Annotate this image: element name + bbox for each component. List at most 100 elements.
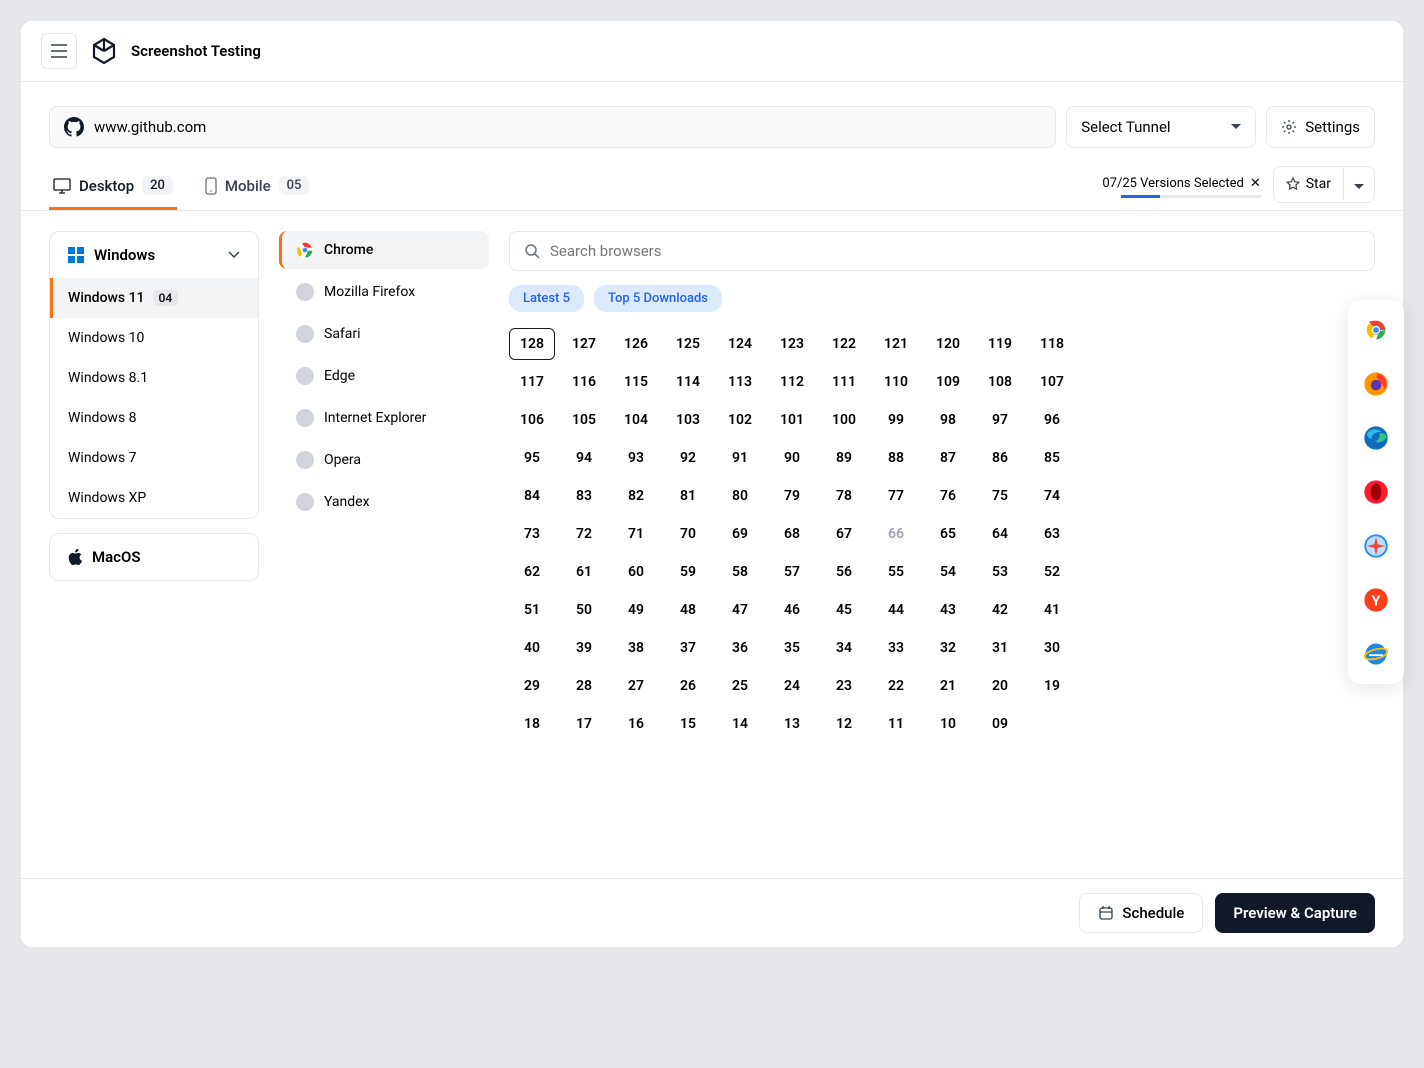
- version-43[interactable]: 43: [925, 594, 971, 626]
- version-19[interactable]: 19: [1029, 670, 1075, 702]
- version-63[interactable]: 63: [1029, 518, 1075, 550]
- version-119[interactable]: 119: [977, 328, 1023, 360]
- version-103[interactable]: 103: [665, 404, 711, 436]
- version-42[interactable]: 42: [977, 594, 1023, 626]
- version-105[interactable]: 105: [561, 404, 607, 436]
- version-57[interactable]: 57: [769, 556, 815, 588]
- version-11[interactable]: 11: [873, 708, 919, 740]
- version-127[interactable]: 127: [561, 328, 607, 360]
- version-58[interactable]: 58: [717, 556, 763, 588]
- version-111[interactable]: 111: [821, 366, 867, 398]
- version-52[interactable]: 52: [1029, 556, 1075, 588]
- version-113[interactable]: 113: [717, 366, 763, 398]
- version-94[interactable]: 94: [561, 442, 607, 474]
- version-112[interactable]: 112: [769, 366, 815, 398]
- version-73[interactable]: 73: [509, 518, 555, 550]
- version-61[interactable]: 61: [561, 556, 607, 588]
- url-input[interactable]: [94, 118, 1041, 136]
- version-71[interactable]: 71: [613, 518, 659, 550]
- version-45[interactable]: 45: [821, 594, 867, 626]
- version-12[interactable]: 12: [821, 708, 867, 740]
- version-23[interactable]: 23: [821, 670, 867, 702]
- version-22[interactable]: 22: [873, 670, 919, 702]
- version-81[interactable]: 81: [665, 480, 711, 512]
- float-opera[interactable]: [1358, 474, 1394, 510]
- url-input-box[interactable]: [49, 106, 1056, 148]
- version-93[interactable]: 93: [613, 442, 659, 474]
- version-88[interactable]: 88: [873, 442, 919, 474]
- version-26[interactable]: 26: [665, 670, 711, 702]
- version-84[interactable]: 84: [509, 480, 555, 512]
- version-106[interactable]: 106: [509, 404, 555, 436]
- version-35[interactable]: 35: [769, 632, 815, 664]
- version-128[interactable]: 128: [509, 328, 555, 360]
- version-82[interactable]: 82: [613, 480, 659, 512]
- version-104[interactable]: 104: [613, 404, 659, 436]
- version-36[interactable]: 36: [717, 632, 763, 664]
- version-102[interactable]: 102: [717, 404, 763, 436]
- version-41[interactable]: 41: [1029, 594, 1075, 626]
- version-31[interactable]: 31: [977, 632, 1023, 664]
- version-51[interactable]: 51: [509, 594, 555, 626]
- version-17[interactable]: 17: [561, 708, 607, 740]
- version-87[interactable]: 87: [925, 442, 971, 474]
- version-34[interactable]: 34: [821, 632, 867, 664]
- version-101[interactable]: 101: [769, 404, 815, 436]
- version-77[interactable]: 77: [873, 480, 919, 512]
- version-49[interactable]: 49: [613, 594, 659, 626]
- preview-capture-button[interactable]: Preview & Capture: [1215, 893, 1375, 933]
- version-116[interactable]: 116: [561, 366, 607, 398]
- version-59[interactable]: 59: [665, 556, 711, 588]
- os-windows-header[interactable]: Windows: [50, 232, 258, 278]
- os-item-windows-8.1[interactable]: Windows 8.1: [50, 358, 258, 398]
- version-86[interactable]: 86: [977, 442, 1023, 474]
- browser-item-chrome[interactable]: Chrome: [279, 231, 489, 269]
- clear-versions-icon[interactable]: ✕: [1250, 176, 1261, 191]
- os-item-windows-8[interactable]: Windows 8: [50, 398, 258, 438]
- version-27[interactable]: 27: [613, 670, 659, 702]
- version-78[interactable]: 78: [821, 480, 867, 512]
- version-13[interactable]: 13: [769, 708, 815, 740]
- star-dropdown[interactable]: [1344, 167, 1374, 202]
- version-75[interactable]: 75: [977, 480, 1023, 512]
- version-107[interactable]: 107: [1029, 366, 1075, 398]
- version-37[interactable]: 37: [665, 632, 711, 664]
- version-70[interactable]: 70: [665, 518, 711, 550]
- version-15[interactable]: 15: [665, 708, 711, 740]
- version-92[interactable]: 92: [665, 442, 711, 474]
- os-item-windows-10[interactable]: Windows 10: [50, 318, 258, 358]
- version-124[interactable]: 124: [717, 328, 763, 360]
- tunnel-select[interactable]: Select Tunnel: [1066, 106, 1256, 148]
- float-safari[interactable]: [1358, 528, 1394, 564]
- version-47[interactable]: 47: [717, 594, 763, 626]
- version-96[interactable]: 96: [1029, 404, 1075, 436]
- version-123[interactable]: 123: [769, 328, 815, 360]
- version-38[interactable]: 38: [613, 632, 659, 664]
- version-29[interactable]: 29: [509, 670, 555, 702]
- version-62[interactable]: 62: [509, 556, 555, 588]
- version-25[interactable]: 25: [717, 670, 763, 702]
- version-110[interactable]: 110: [873, 366, 919, 398]
- version-56[interactable]: 56: [821, 556, 867, 588]
- browser-item-mozilla-firefox[interactable]: Mozilla Firefox: [279, 273, 489, 311]
- menu-button[interactable]: [41, 33, 77, 69]
- schedule-button[interactable]: Schedule: [1079, 893, 1203, 933]
- pill-latest-5[interactable]: Latest 5: [509, 285, 584, 312]
- version-67[interactable]: 67: [821, 518, 867, 550]
- version-74[interactable]: 74: [1029, 480, 1075, 512]
- version-98[interactable]: 98: [925, 404, 971, 436]
- version-48[interactable]: 48: [665, 594, 711, 626]
- version-115[interactable]: 115: [613, 366, 659, 398]
- version-28[interactable]: 28: [561, 670, 607, 702]
- browser-item-opera[interactable]: Opera: [279, 441, 489, 479]
- version-125[interactable]: 125: [665, 328, 711, 360]
- version-117[interactable]: 117: [509, 366, 555, 398]
- version-91[interactable]: 91: [717, 442, 763, 474]
- version-14[interactable]: 14: [717, 708, 763, 740]
- version-66[interactable]: 66: [873, 518, 919, 550]
- version-72[interactable]: 72: [561, 518, 607, 550]
- version-120[interactable]: 120: [925, 328, 971, 360]
- version-100[interactable]: 100: [821, 404, 867, 436]
- star-button[interactable]: Star: [1273, 166, 1375, 203]
- search-input[interactable]: [550, 242, 1360, 260]
